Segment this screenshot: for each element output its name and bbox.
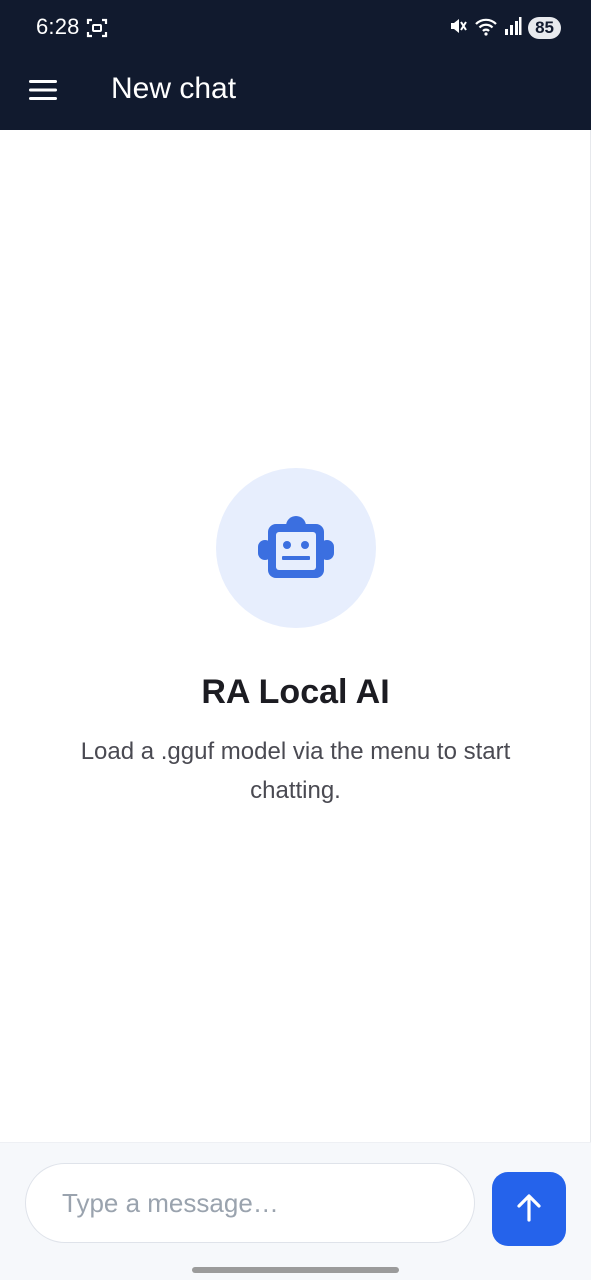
app-bar: New chat [0,56,591,130]
message-input[interactable] [25,1163,475,1243]
signal-icon [504,16,522,41]
robot-icon [256,510,336,587]
status-time: 6:28 [36,14,80,39]
wifi-icon [474,16,498,41]
hamburger-menu-icon [29,79,59,106]
status-icons: 85 [448,16,561,40]
mute-icon [448,16,468,41]
battery-indicator: 85 [528,17,561,39]
empty-state: RA Local AI Load a .gguf model via the m… [0,468,591,810]
message-composer [0,1142,591,1280]
home-indicator[interactable] [192,1267,399,1273]
send-button[interactable] [492,1172,566,1246]
chat-screen: 6:28 85 New chat RA Local AI Load a .ggu… [0,0,591,1280]
arrow-up-icon [514,1193,544,1226]
robot-avatar [215,468,376,628]
page-title: New chat [111,72,237,105]
menu-button[interactable] [22,70,66,114]
status-bar: 6:28 85 [0,0,591,56]
empty-state-title: RA Local AI [201,673,390,711]
empty-state-subtitle: Load a .gguf model via the menu to start… [80,738,511,804]
screenshot-icon [86,17,108,39]
